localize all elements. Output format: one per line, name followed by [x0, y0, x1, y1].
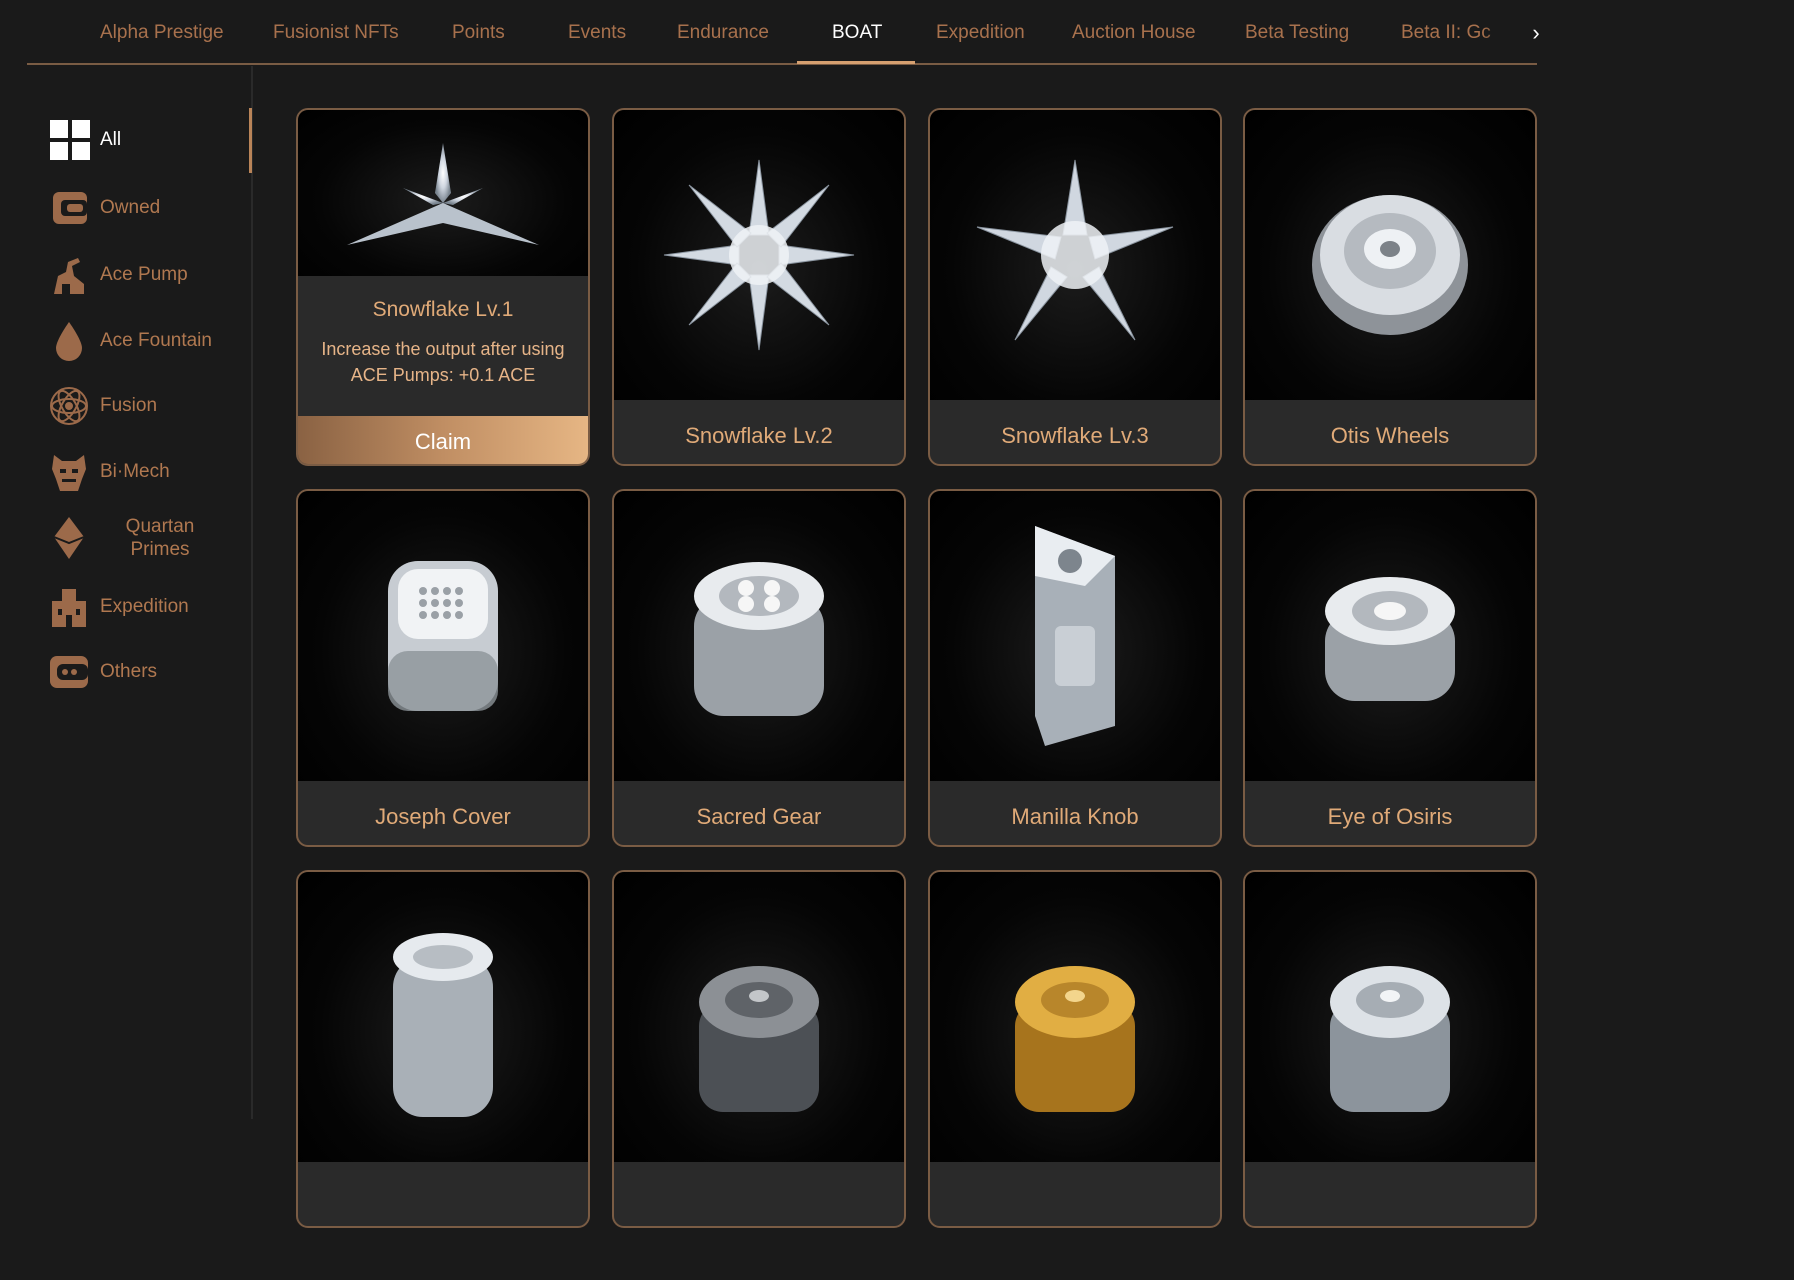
sidebar-item-expedition[interactable]: Expedition — [46, 579, 246, 635]
cover-image — [298, 491, 588, 781]
nft-card-snowflake-lv1[interactable]: Snowflake Lv.1 Increase the output after… — [296, 108, 590, 466]
top-tab-bar: Alpha Prestige Fusionist NFTs Points Eve… — [27, 0, 1540, 65]
sidebar-item-label: Bi·Mech — [100, 461, 170, 482]
sidebar-item-ace-fountain[interactable]: Ace Fountain — [46, 313, 246, 369]
gear-image — [1245, 491, 1535, 781]
nft-card-item-10[interactable] — [612, 870, 906, 1228]
gear-image — [614, 491, 904, 781]
sidebar-item-label: Expedition — [100, 596, 189, 617]
cylinder-image — [1245, 872, 1535, 1162]
nft-card-item-9[interactable] — [296, 870, 590, 1228]
card-title: Manilla Knob — [1011, 804, 1139, 829]
sidebar-item-label: Others — [100, 661, 158, 682]
card-title: Snowflake Lv.3 — [1001, 423, 1149, 448]
nft-card-sacred-gear[interactable]: Sacred Gear — [612, 489, 906, 847]
atom-icon — [46, 383, 92, 429]
nft-card-item-11[interactable] — [928, 870, 1222, 1228]
card-description: Increase the output after using ACE Pump… — [321, 339, 565, 385]
tab-boat[interactable]: BOAT — [832, 0, 882, 65]
claim-button[interactable]: Claim — [298, 416, 588, 464]
wallet-icon — [46, 185, 92, 231]
sidebar-item-all[interactable]: All — [46, 112, 246, 168]
tab-alpha-prestige[interactable]: Alpha Prestige — [100, 0, 224, 65]
nft-card-manilla-knob[interactable]: Manilla Knob — [928, 489, 1222, 847]
diamond-icon — [46, 515, 92, 561]
sidebar-item-quartan-primes[interactable]: Quartan Primes — [46, 510, 246, 566]
tab-overflow-fade — [1483, 0, 1523, 62]
sidebar-item-owned[interactable]: Owned — [46, 180, 246, 236]
droplet-icon — [46, 318, 92, 364]
snowflake-image — [930, 110, 1220, 400]
chevron-right-icon[interactable]: › — [1523, 20, 1549, 46]
card-detail: Snowflake Lv.1 Increase the output after… — [298, 276, 588, 416]
card-title: Otis Wheels — [1330, 423, 1450, 448]
nft-card-joseph-cover[interactable]: Joseph Cover — [296, 489, 590, 847]
knob-image — [930, 491, 1220, 781]
tab-expedition[interactable]: Expedition — [936, 0, 1025, 65]
others-icon — [46, 649, 92, 695]
expedition-icon — [46, 584, 92, 630]
sidebar-item-label: Quartan Primes — [125, 516, 195, 560]
sidebar-item-others[interactable]: Others — [46, 644, 246, 700]
nft-card-otis-wheels[interactable]: Otis Wheels — [1243, 108, 1537, 466]
sidebar-item-label: Ace Fountain — [100, 330, 212, 351]
tab-beta-ii[interactable]: Beta II: Gc — [1401, 0, 1491, 65]
nft-card-snowflake-lv2[interactable]: Snowflake Lv.2 — [612, 108, 906, 466]
tab-events[interactable]: Events — [568, 0, 626, 65]
active-tab-indicator — [797, 61, 915, 64]
tab-points[interactable]: Points — [452, 0, 505, 65]
card-title: Eye of Osiris — [1327, 804, 1453, 829]
tab-endurance[interactable]: Endurance — [677, 0, 769, 65]
wheel-image — [1245, 110, 1535, 400]
card-title: Sacred Gear — [696, 804, 822, 829]
nft-card-snowflake-lv3[interactable]: Snowflake Lv.3 — [928, 108, 1222, 466]
tab-beta-testing[interactable]: Beta Testing — [1245, 0, 1349, 65]
sidebar-item-label: All — [100, 129, 122, 150]
sidebar-item-ace-pump[interactable]: Ace Pump — [46, 247, 246, 303]
card-title: Snowflake Lv.2 — [685, 423, 833, 448]
snowflake-image — [614, 110, 904, 400]
sidebar-item-label: Fusion — [100, 395, 158, 416]
cylinder-image — [614, 872, 904, 1162]
tab-auction-house[interactable]: Auction House — [1072, 0, 1196, 65]
cylinder-image — [298, 872, 588, 1162]
sidebar-item-label: Ace Pump — [100, 264, 188, 285]
sidebar-item-bi-mech[interactable]: Bi·Mech — [46, 444, 246, 500]
cylinder-image — [930, 872, 1220, 1162]
card-title: Joseph Cover — [375, 804, 511, 829]
card-title: Snowflake Lv.1 — [372, 298, 514, 321]
sidebar-item-label: Owned — [100, 197, 161, 218]
pump-icon — [46, 252, 92, 298]
sidebar-active-indicator — [249, 108, 252, 173]
nft-card-item-12[interactable] — [1243, 870, 1537, 1228]
sidebar-item-fusion[interactable]: Fusion — [46, 378, 246, 434]
snowflake-image — [298, 110, 588, 276]
grid-icon — [46, 117, 92, 163]
nft-card-eye-of-osiris[interactable]: Eye of Osiris — [1243, 489, 1537, 847]
mech-icon — [46, 449, 92, 495]
tab-fusionist-nfts[interactable]: Fusionist NFTs — [273, 0, 399, 65]
